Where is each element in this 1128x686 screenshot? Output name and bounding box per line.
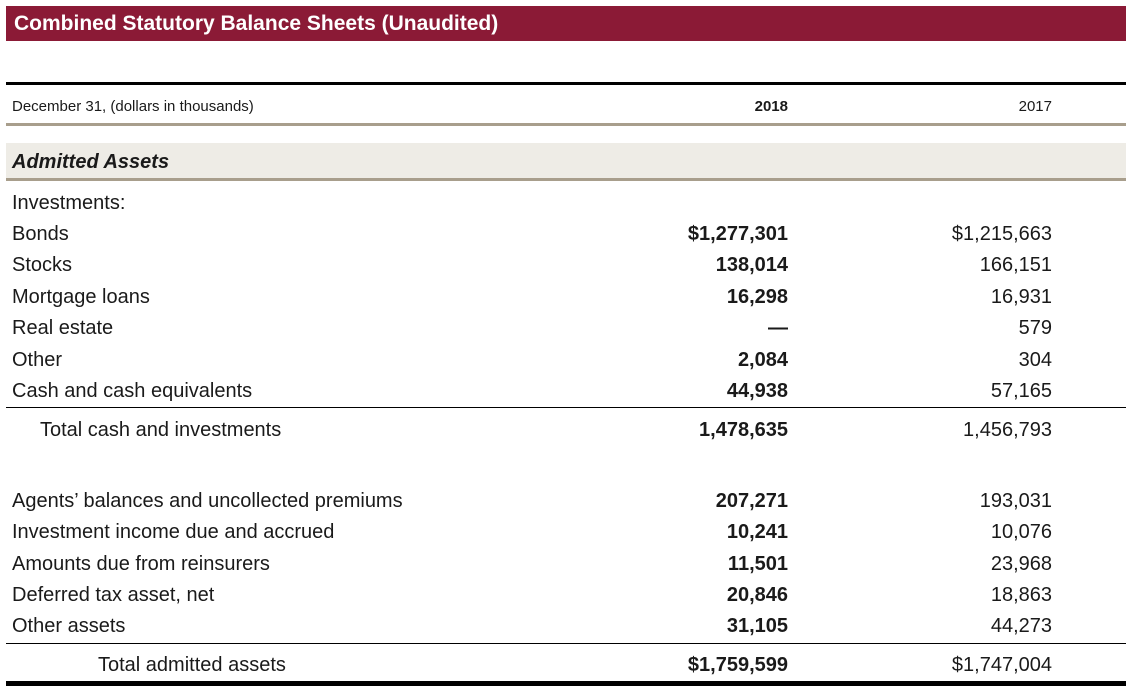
value-2017: 166,151 xyxy=(979,254,1052,276)
header-top-rule xyxy=(6,82,1126,85)
table-row: Deferred tax asset, net 20,846 18,863 xyxy=(0,580,1128,611)
value-2018: 138,014 xyxy=(715,254,788,276)
table-row: Investment income due and accrued 10,241… xyxy=(0,517,1128,548)
table-row: Bonds $1,277,301 $1,215,663 xyxy=(0,219,1128,250)
row-label: Stocks xyxy=(12,254,73,276)
table-row: Amounts due from reinsurers 11,501 23,96… xyxy=(0,549,1128,580)
value-2017: 304 xyxy=(1018,349,1052,371)
subtotal-rule xyxy=(6,407,1126,408)
table-row: Other assets 31,105 44,273 xyxy=(0,611,1128,642)
value-2017: $1,747,004 xyxy=(951,654,1052,676)
row-label: Bonds xyxy=(12,223,69,245)
table-row: Stocks 138,014 166,151 xyxy=(0,250,1128,281)
section-rule xyxy=(6,178,1126,181)
row-label: Total admitted assets xyxy=(98,654,286,676)
total-rule xyxy=(6,643,1126,644)
value-2017: 18,863 xyxy=(990,584,1052,606)
table-row: Investments: xyxy=(0,188,1128,219)
table-row-grand-total: Total admitted assets $1,759,599 $1,747,… xyxy=(0,650,1128,681)
value-2018: $1,277,301 xyxy=(687,223,788,245)
header-bottom-rule xyxy=(6,123,1126,126)
value-2018: 44,938 xyxy=(726,380,788,402)
row-label: Total cash and investments xyxy=(40,419,282,441)
value-2018: 10,241 xyxy=(726,521,788,543)
table-row: Other 2,084 304 xyxy=(0,345,1128,376)
page-title: Combined Statutory Balance Sheets (Unaud… xyxy=(6,6,1126,41)
table-row: Real estate — 579 xyxy=(0,313,1128,344)
value-2017: 44,273 xyxy=(990,615,1052,637)
row-label: Investment income due and accrued xyxy=(12,521,335,543)
value-2018: 207,271 xyxy=(715,490,788,512)
column-header-2017: 2017 xyxy=(1018,98,1052,115)
column-header-2018: 2018 xyxy=(754,98,788,115)
value-2018: 20,846 xyxy=(726,584,788,606)
value-2018: $1,759,599 xyxy=(687,654,788,676)
table-row: Cash and cash equivalents 44,938 57,165 xyxy=(0,376,1128,407)
row-label: Investments: xyxy=(12,192,126,214)
value-2018: 11,501 xyxy=(727,553,788,575)
table-row-total: Total cash and investments 1,478,635 1,4… xyxy=(0,415,1128,446)
value-2017: 23,968 xyxy=(990,553,1052,575)
row-label: Mortgage loans xyxy=(12,286,150,308)
row-label: Deferred tax asset, net xyxy=(12,584,215,606)
table-row: Agents’ balances and uncollected premium… xyxy=(0,486,1128,517)
value-2017: 579 xyxy=(1018,317,1052,339)
section-header: Admitted Assets xyxy=(6,143,1126,178)
row-label: Other assets xyxy=(12,615,126,637)
row-label: Amounts due from reinsurers xyxy=(12,553,270,575)
value-2017: 193,031 xyxy=(979,490,1052,512)
value-2018: 31,105 xyxy=(726,615,788,637)
table-row: Mortgage loans 16,298 16,931 xyxy=(0,282,1128,313)
row-label: Cash and cash equivalents xyxy=(12,380,253,402)
row-label: Agents’ balances and uncollected premium… xyxy=(12,490,403,512)
value-2017: $1,215,663 xyxy=(951,223,1052,245)
value-2018: 16,298 xyxy=(726,286,788,308)
value-2017: 1,456,793 xyxy=(963,419,1052,441)
row-label: Other xyxy=(12,349,63,371)
column-header-label: December 31, (dollars in thousands) xyxy=(12,98,254,115)
row-label: Real estate xyxy=(12,317,114,339)
value-2017: 10,076 xyxy=(990,521,1052,543)
value-2018: 2,084 xyxy=(737,349,788,371)
value-2017: 16,931 xyxy=(990,286,1052,308)
value-2018: 1,478,635 xyxy=(699,419,788,441)
bottom-double-rule xyxy=(6,681,1126,686)
value-2017: 57,165 xyxy=(990,380,1052,402)
section-title: Admitted Assets xyxy=(12,151,170,173)
value-2018: — xyxy=(768,317,788,339)
